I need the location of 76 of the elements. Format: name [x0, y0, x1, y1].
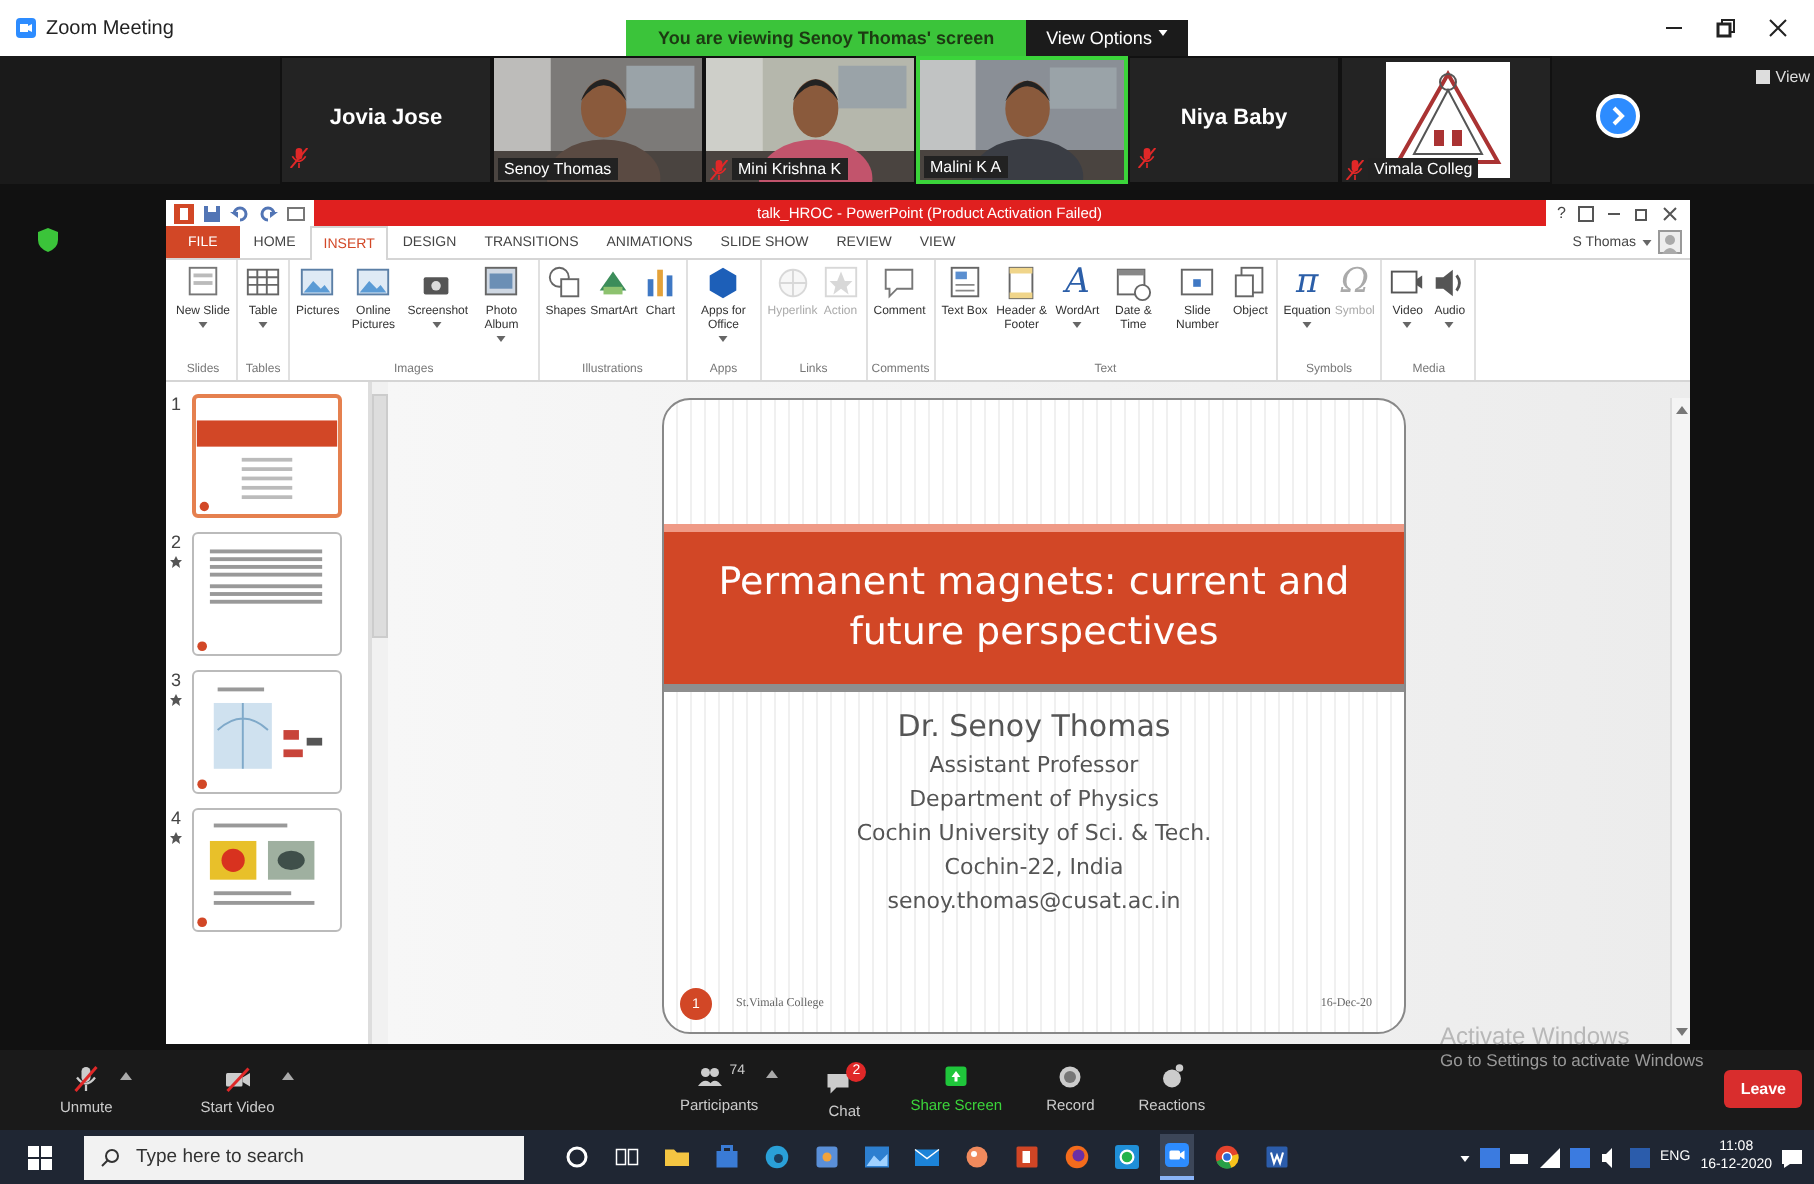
- leave-button[interactable]: Leave: [1724, 1070, 1802, 1108]
- slide-thumbnail[interactable]: [192, 808, 342, 932]
- search-icon: [100, 1147, 120, 1167]
- shapes-icon: [546, 264, 585, 302]
- restore-icon[interactable]: [1714, 16, 1738, 40]
- close-icon[interactable]: [1766, 16, 1790, 40]
- network-icon[interactable]: [1540, 1147, 1561, 1167]
- slide-number: 4: [170, 808, 181, 828]
- text-box-icon: [945, 264, 984, 302]
- caret-icon: [1302, 321, 1313, 328]
- tray-app-icon[interactable]: [1570, 1147, 1591, 1167]
- search-field[interactable]: Type here to search: [84, 1135, 524, 1179]
- participant-name: Senoy Thomas: [498, 158, 618, 180]
- scrollbar-thumb[interactable]: [372, 394, 388, 638]
- shield-icon: [37, 228, 57, 252]
- slide-thumbnail[interactable]: [192, 670, 342, 794]
- scroll-up-icon[interactable]: [1675, 406, 1687, 414]
- globe-icon: [773, 264, 812, 302]
- comment-icon: [880, 264, 919, 302]
- participant-name: Jovia Jose: [327, 106, 445, 130]
- muted-mic-icon: [70, 1064, 103, 1094]
- slide-thumbnail[interactable]: [192, 532, 342, 656]
- ribbon-display-icon[interactable]: [1578, 205, 1594, 221]
- notification-icon[interactable]: [1782, 1147, 1802, 1167]
- caret-icon: [198, 321, 208, 328]
- caret-icon: [432, 321, 443, 328]
- video-off-icon: [221, 1064, 254, 1094]
- slide-text: Dr. Senoy Thomas: [897, 708, 1171, 744]
- tray-caret-icon: [1460, 1155, 1471, 1161]
- participant-name: Niya Baby: [1178, 106, 1290, 130]
- slide-text: Department of Physics: [909, 786, 1159, 812]
- scroll-down-icon[interactable]: [1675, 1028, 1687, 1036]
- undo-icon[interactable]: [230, 203, 250, 223]
- caret-icon: [1642, 240, 1652, 246]
- participant-name: Malini K A: [924, 156, 1008, 178]
- slide-text: Assistant Professor: [929, 752, 1139, 778]
- caret-icon: [1157, 30, 1168, 36]
- activation-hint: Go to Settings to activate Windows: [1440, 1050, 1704, 1070]
- slide-number: 2: [170, 532, 181, 552]
- caret-icon: [496, 335, 507, 342]
- slide-text: senoy.thomas@cusat.ac.in: [887, 888, 1181, 914]
- calendar-icon: [1114, 264, 1153, 302]
- windows-start-icon[interactable]: [28, 1145, 52, 1169]
- grid-icon: [1755, 70, 1770, 84]
- save-icon[interactable]: [202, 203, 222, 223]
- video-app-icon[interactable]: [1160, 1134, 1194, 1180]
- restore-icon[interactable]: [1634, 205, 1650, 221]
- caret-icon: [1072, 321, 1083, 328]
- help-button[interactable]: ?: [1557, 204, 1566, 222]
- caret-icon[interactable]: [120, 1072, 133, 1080]
- caret-icon: [718, 335, 729, 342]
- caret-icon[interactable]: [282, 1072, 295, 1080]
- participant-name: Mini Krishna K: [732, 158, 848, 180]
- slide-title: Permanent magnets: current and future perspectives: [716, 558, 1352, 658]
- slide-number: 3: [170, 670, 181, 690]
- tray-app-icon[interactable]: [1480, 1147, 1501, 1167]
- next-page-button[interactable]: [1596, 94, 1640, 138]
- view-options-button[interactable]: View Options: [1026, 20, 1188, 56]
- slide-text: Cochin University of Sci. & Tech.: [856, 820, 1212, 846]
- screen-share-banner: You are viewing Senoy Thomas' screen: [626, 20, 1027, 56]
- participant-name: Vimala Colleg: [1368, 158, 1479, 180]
- close-icon[interactable]: [1662, 205, 1678, 221]
- view-button[interactable]: View: [1775, 68, 1810, 86]
- window-title: Zoom Meeting: [46, 17, 174, 39]
- share-screen-icon: [940, 1061, 973, 1091]
- chevron-icon: [1610, 106, 1626, 126]
- zoom-app-icon: [16, 18, 36, 38]
- caret-icon: [1444, 321, 1455, 328]
- slideshow-icon[interactable]: [286, 203, 306, 223]
- caret-icon: [258, 321, 269, 328]
- redo-icon[interactable]: [258, 203, 278, 223]
- caret-icon: [1402, 321, 1413, 328]
- slide-number: 1: [170, 394, 181, 414]
- slide-thumbnail[interactable]: [192, 394, 342, 518]
- slide-text: Cochin-22, India: [944, 854, 1124, 880]
- caret-icon[interactable]: [766, 1069, 779, 1077]
